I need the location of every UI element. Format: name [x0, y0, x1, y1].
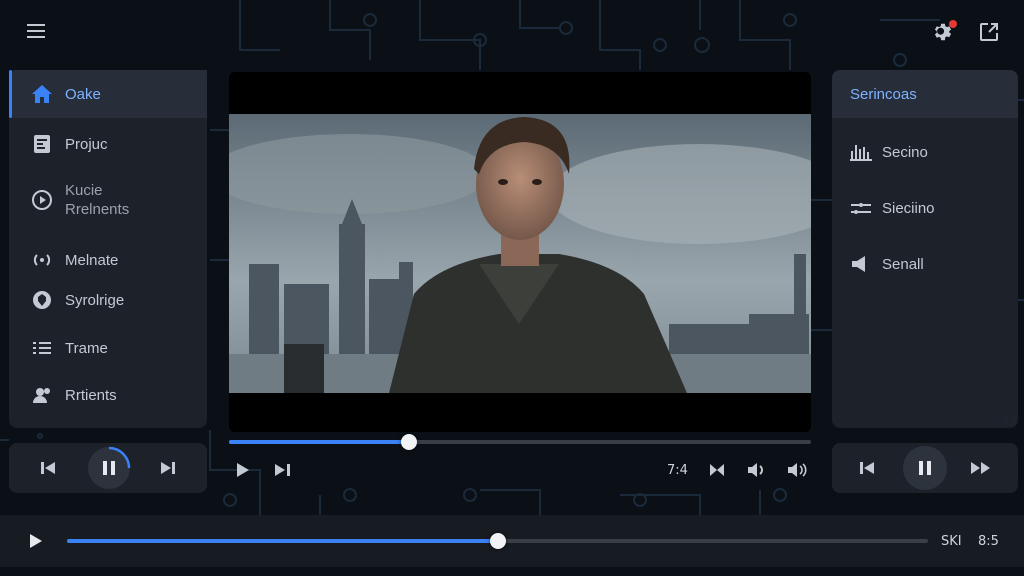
- sidebar-item-timeline[interactable]: Trame: [9, 336, 207, 360]
- sidebar-item-label: Projuc: [65, 135, 108, 153]
- settings-item-label: Secino: [882, 143, 928, 161]
- play-icon: [30, 534, 42, 548]
- hamburger-menu-button[interactable]: [24, 19, 48, 43]
- video-player[interactable]: [229, 72, 811, 432]
- settings-item-label: Sieciino: [882, 199, 935, 217]
- left-playback-controls: [9, 443, 207, 493]
- broadcast-icon: [31, 249, 53, 271]
- previous-button[interactable]: [856, 457, 878, 479]
- volume-icon: [748, 463, 763, 477]
- sidebar-item-label: Rrtients: [65, 386, 117, 404]
- progress-ring: [108, 446, 131, 469]
- pause-button[interactable]: [903, 446, 947, 490]
- hamburger-icon: [27, 24, 45, 38]
- sidebar-item-label: Melnate: [65, 251, 119, 269]
- next-button[interactable]: [157, 457, 179, 479]
- pause-icon: [919, 461, 931, 475]
- sidebar-item-security[interactable]: Syrolrige: [9, 288, 207, 312]
- sidebar-item-label: Syrolrige: [65, 291, 125, 309]
- bottom-seek-handle[interactable]: [489, 533, 506, 549]
- users-icon: [31, 384, 53, 406]
- fast-forward-icon: [971, 462, 990, 474]
- skip-next-icon: [161, 462, 175, 474]
- settings-item-label: Senall: [882, 255, 924, 273]
- bottom-seek-fill: [67, 539, 498, 543]
- volume-button[interactable]: [785, 459, 809, 481]
- video-frame-image: [229, 114, 811, 393]
- frame-step-button[interactable]: [706, 459, 728, 481]
- shield-icon: [31, 289, 53, 311]
- sidebar-item-live[interactable]: Melnate: [9, 248, 207, 272]
- sidebar-nav: Oake Projuc Kucie Rrelnents Melnate Syro…: [9, 70, 207, 428]
- document-icon: [31, 133, 53, 155]
- skip-next-button[interactable]: [272, 459, 294, 481]
- skip-next-icon: [710, 464, 724, 476]
- bottom-play-button[interactable]: [26, 531, 46, 551]
- sidebar-item-home[interactable]: Oake: [9, 70, 207, 118]
- pause-button[interactable]: [88, 446, 131, 489]
- video-seek-track[interactable]: [229, 440, 811, 444]
- fast-forward-button[interactable]: [968, 457, 994, 479]
- settings-button[interactable]: [931, 20, 957, 44]
- speaker-icon: [850, 253, 872, 275]
- notification-badge: [949, 20, 957, 28]
- skip-previous-icon: [860, 462, 874, 474]
- play-circle-icon: [31, 189, 53, 211]
- skip-next-icon: [275, 464, 290, 476]
- sidebar-item-projects[interactable]: Projuc: [9, 132, 207, 156]
- equalizer-icon: [850, 141, 872, 163]
- skip-previous-icon: [41, 462, 55, 474]
- video-seek-fill: [229, 440, 410, 444]
- sidebar-item-label: Oake: [65, 85, 101, 103]
- play-button[interactable]: [233, 459, 253, 481]
- elapsed-time: SKI: [941, 534, 962, 549]
- previous-button[interactable]: [37, 457, 59, 479]
- settings-panel-header: Serincoas: [832, 70, 1018, 118]
- sidebar-item-media[interactable]: Kucie Rrelnents: [9, 180, 207, 220]
- total-time: 8:5: [978, 534, 999, 549]
- volume-icon: [788, 463, 807, 477]
- play-icon: [237, 463, 249, 477]
- settings-panel-title: Serincoas: [850, 85, 917, 103]
- settings-item-equalizer[interactable]: Secino: [850, 141, 928, 163]
- sidebar-item-label: Kucie Rrelnents: [65, 182, 130, 218]
- home-icon: [31, 83, 53, 105]
- settings-item-audio[interactable]: Senall: [850, 253, 924, 275]
- sidebar-item-people[interactable]: Rrtients: [9, 383, 207, 407]
- sliders-icon: [850, 197, 872, 219]
- settings-item-sliders[interactable]: Sieciino: [850, 197, 935, 219]
- bottom-playback-bar: SKI 8:5: [0, 515, 1024, 567]
- list-icon: [31, 337, 53, 359]
- current-time-label: 7:4: [667, 463, 688, 478]
- share-button[interactable]: [977, 20, 1001, 44]
- volume-low-button[interactable]: [745, 459, 769, 481]
- sidebar-item-label: Trame: [65, 339, 108, 357]
- share-icon: [980, 23, 998, 41]
- right-playback-controls: [832, 443, 1018, 493]
- settings-panel: Serincoas Secino Sieciino Senall: [832, 70, 1018, 428]
